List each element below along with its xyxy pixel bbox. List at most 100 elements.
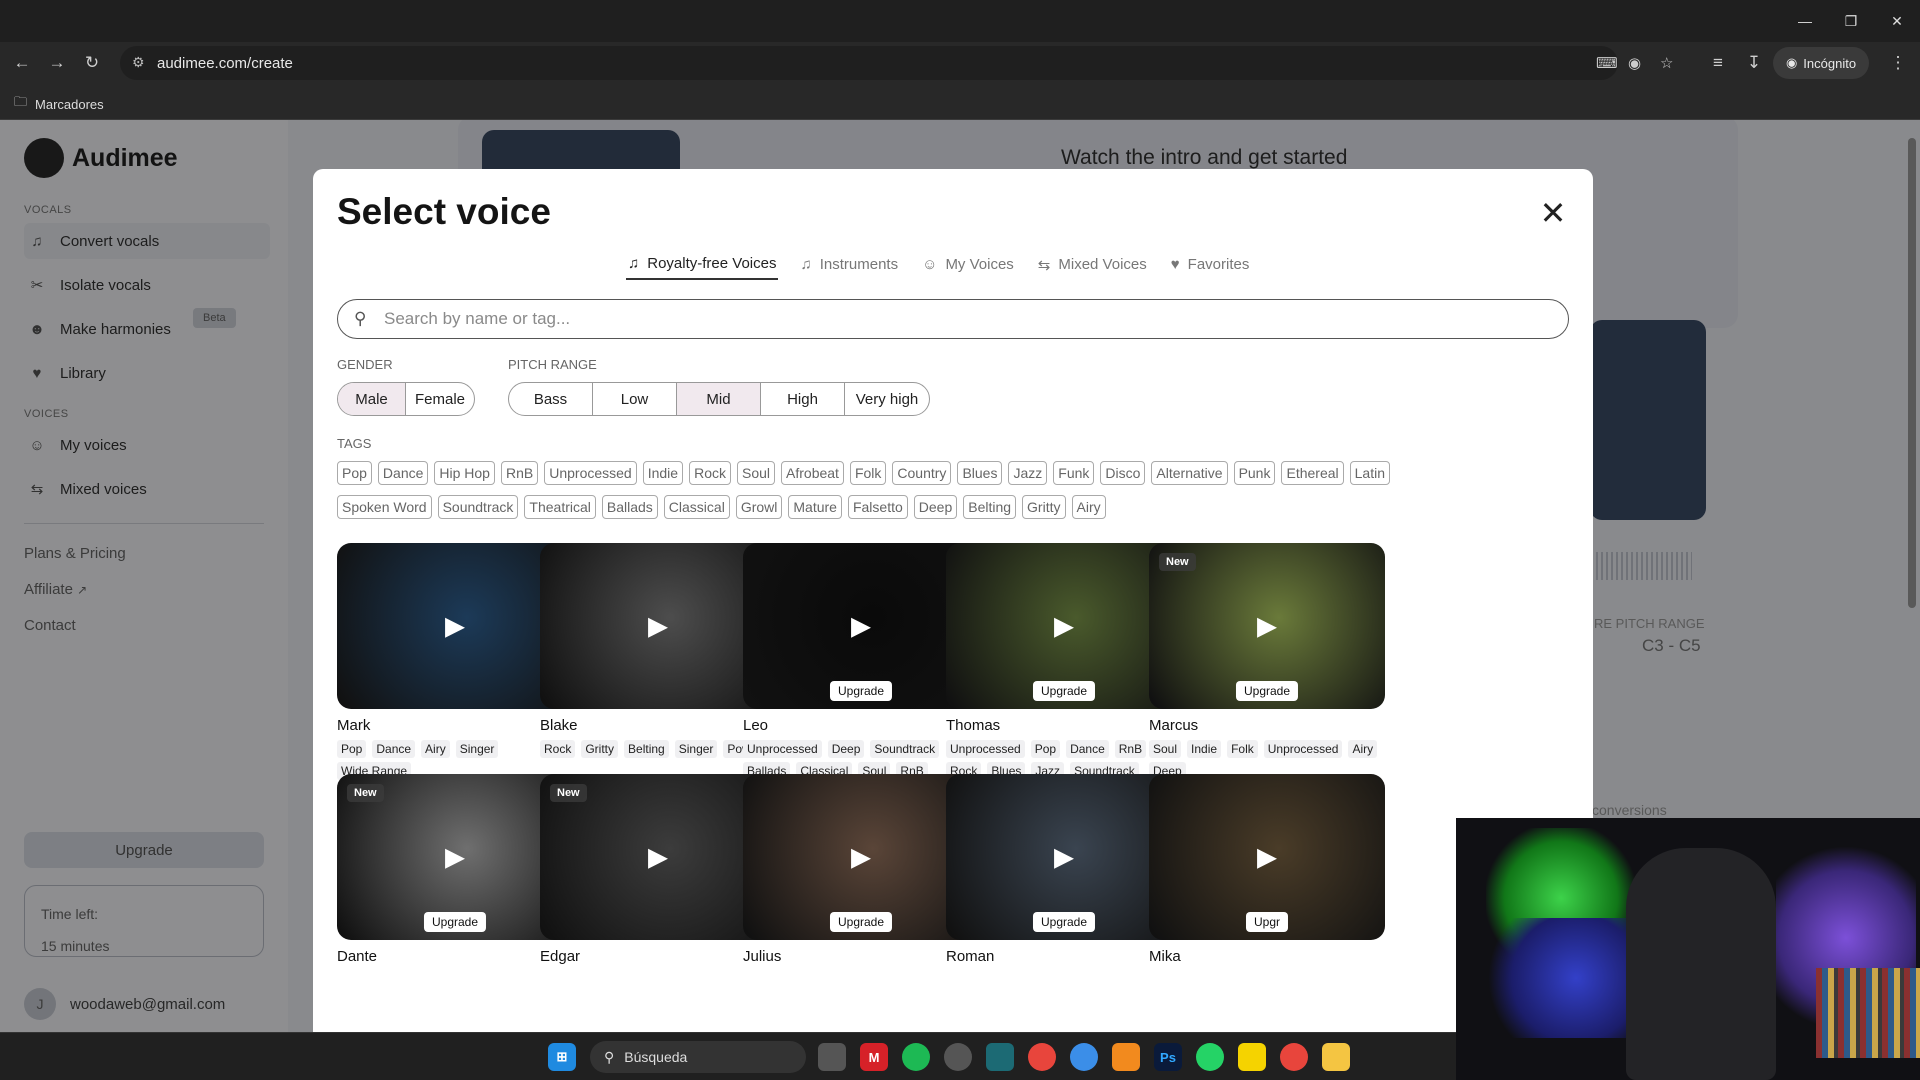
voice-card[interactable]: ▶ Upgr Mika — [1149, 774, 1385, 965]
tab-favorites[interactable]: ♥ Favorites — [1169, 255, 1252, 280]
play-icon[interactable]: ▶ — [445, 611, 465, 642]
upgrade-badge[interactable]: Upgrade — [423, 912, 487, 932]
tag-chip[interactable]: Rock — [689, 461, 731, 485]
tag-chip[interactable]: Funk — [1053, 461, 1095, 485]
pitch-option-bass[interactable]: Bass — [509, 383, 593, 415]
translate-icon[interactable]: ⌨ — [1596, 54, 1618, 72]
tag-chip[interactable]: Indie — [642, 461, 684, 485]
tag-chip[interactable]: Mature — [788, 495, 842, 519]
tag-chip[interactable]: Blues — [957, 461, 1003, 485]
tab-mixed-voices[interactable]: ⇆ Mixed Voices — [1036, 255, 1149, 280]
reload-icon[interactable]: ↻ — [80, 51, 104, 75]
voice-card[interactable]: ▶ New Upgrade Dante — [337, 774, 573, 965]
tag-chip[interactable]: RnB — [500, 461, 539, 485]
whatsapp-icon[interactable] — [1196, 1043, 1224, 1071]
tab-instruments[interactable]: ♫ Instruments — [798, 255, 900, 280]
tab-royalty-free-voices[interactable]: ♫ Royalty-free Voices — [626, 255, 779, 280]
play-icon[interactable]: ▶ — [851, 842, 871, 873]
restore-icon[interactable]: ❐ — [1828, 0, 1874, 42]
tag-chip[interactable]: Alternative — [1151, 461, 1228, 485]
voice-card[interactable]: ▶ New Upgrade Marcus Soul Indie Folk Unprocesse… — [1149, 543, 1385, 780]
voice-card[interactable]: ▶ Upgrade Leo Unprocessed Deep Soundtrack Ball… — [743, 543, 979, 780]
fl-studio-icon[interactable] — [1112, 1043, 1140, 1071]
mega-icon[interactable]: M — [860, 1043, 888, 1071]
tag-chip[interactable]: Classical — [663, 495, 730, 519]
obs-icon[interactable] — [944, 1043, 972, 1071]
incognito-badge[interactable]: ◉ Incógnito — [1773, 47, 1869, 79]
voice-thumbnail[interactable]: ▶ — [540, 543, 776, 709]
pitch-option-mid[interactable]: Mid — [677, 383, 761, 415]
close-icon[interactable]: ✕ — [1535, 195, 1571, 231]
play-icon[interactable]: ▶ — [1257, 611, 1277, 642]
download-icon[interactable]: ↧ — [1742, 51, 1766, 75]
file-explorer-icon[interactable] — [1322, 1043, 1350, 1071]
tag-chip[interactable]: Growl — [735, 495, 783, 519]
play-icon[interactable]: ▶ — [648, 842, 668, 873]
app-icon[interactable] — [986, 1043, 1014, 1071]
tab-my-voices[interactable]: ☺ My Voices — [920, 255, 1016, 280]
windows-start-icon[interactable]: ⊞ — [548, 1043, 576, 1071]
chrome-incognito-icon[interactable] — [1280, 1043, 1308, 1071]
upgrade-badge[interactable]: Upgrade — [1032, 912, 1096, 932]
play-icon[interactable]: ▶ — [1054, 842, 1074, 873]
voice-card[interactable]: ▶ New Edgar — [540, 774, 776, 965]
tag-chip[interactable]: Belting — [963, 495, 1017, 519]
back-icon[interactable]: ← — [10, 51, 34, 75]
menu-dots-icon[interactable]: ⋮ — [1886, 51, 1910, 75]
voice-thumbnail[interactable]: ▶ Upgrade — [743, 543, 979, 709]
site-info-icon[interactable]: ⚙ — [132, 54, 145, 71]
upgrade-badge[interactable]: Upgrade — [829, 681, 893, 701]
voice-thumbnail[interactable]: ▶ Upgrade — [946, 774, 1182, 940]
voice-card[interactable]: ▶ Mark Pop Dance Airy Singer Wide Range — [337, 543, 573, 780]
voice-thumbnail[interactable]: ▶ New Upgrade — [337, 774, 573, 940]
spotify-icon[interactable] — [902, 1043, 930, 1071]
sticky-notes-icon[interactable] — [1238, 1043, 1266, 1071]
tag-chip[interactable]: Latin — [1349, 461, 1390, 485]
tag-chip[interactable]: Gritty — [1022, 495, 1066, 519]
tag-chip[interactable]: Hip Hop — [434, 461, 495, 485]
tag-chip[interactable]: Spoken Word — [337, 495, 432, 519]
pitch-option-low[interactable]: Low — [593, 383, 677, 415]
close-window-icon[interactable]: ✕ — [1874, 0, 1920, 42]
play-icon[interactable]: ▶ — [1257, 842, 1277, 873]
tag-chip[interactable]: Jazz — [1008, 461, 1048, 485]
tag-chip[interactable]: Soundtrack — [437, 495, 519, 519]
gender-option-female[interactable]: Female — [406, 383, 474, 415]
voice-card[interactable]: ▶ Upgrade Julius — [743, 774, 979, 965]
tag-chip[interactable]: Airy — [1071, 495, 1106, 519]
taskbar-search[interactable]: ⚲ Búsqueda — [590, 1041, 806, 1073]
address-bar[interactable]: ⚙ audimee.com/create ⌨ ◉ ☆ — [120, 46, 1673, 80]
upgrade-badge[interactable]: Upgrade — [829, 912, 893, 932]
play-icon[interactable]: ▶ — [648, 611, 668, 642]
bookmark-star-icon[interactable]: ☆ — [1660, 54, 1673, 72]
tag-chip[interactable]: Afrobeat — [781, 461, 844, 485]
photoshop-icon[interactable]: Ps — [1154, 1043, 1182, 1071]
edge-icon[interactable] — [1070, 1043, 1098, 1071]
tag-chip[interactable]: Ethereal — [1281, 461, 1344, 485]
voice-thumbnail[interactable]: ▶ — [337, 543, 573, 709]
voice-thumbnail[interactable]: ▶ New — [540, 774, 776, 940]
tag-chip[interactable]: Dance — [377, 461, 429, 485]
voice-thumbnail[interactable]: ▶ Upgrade — [946, 543, 1182, 709]
upgrade-badge[interactable]: Upgrade — [1032, 681, 1096, 701]
tag-chip[interactable]: Deep — [913, 495, 958, 519]
voice-thumbnail[interactable]: ▶ New Upgrade — [1149, 543, 1385, 709]
tag-chip[interactable]: Theatrical — [524, 495, 596, 519]
voice-card[interactable]: ▶ Upgrade Roman — [946, 774, 1182, 965]
upgrade-badge[interactable]: Upgrade — [1235, 681, 1299, 701]
bookmarks-folder[interactable]: 🗀 Marcadores — [14, 93, 104, 115]
play-icon[interactable]: ▶ — [445, 842, 465, 873]
reading-list-icon[interactable]: ≡ — [1706, 51, 1730, 75]
minimize-icon[interactable]: — — [1782, 0, 1828, 42]
chrome-icon[interactable] — [1028, 1043, 1056, 1071]
voice-thumbnail[interactable]: ▶ Upgr — [1149, 774, 1385, 940]
voice-thumbnail[interactable]: ▶ Upgrade — [743, 774, 979, 940]
gender-option-male[interactable]: Male — [338, 383, 406, 415]
voice-card[interactable]: ▶ Upgrade Thomas Unprocessed Pop Dance RnB Rock… — [946, 543, 1182, 802]
tag-chip[interactable]: Folk — [849, 461, 887, 485]
tag-chip[interactable]: Country — [892, 461, 952, 485]
tag-chip[interactable]: Unprocessed — [544, 461, 637, 485]
tag-chip[interactable]: Soul — [736, 461, 776, 485]
task-view-icon[interactable] — [818, 1043, 846, 1071]
forward-icon[interactable]: → — [45, 51, 69, 75]
